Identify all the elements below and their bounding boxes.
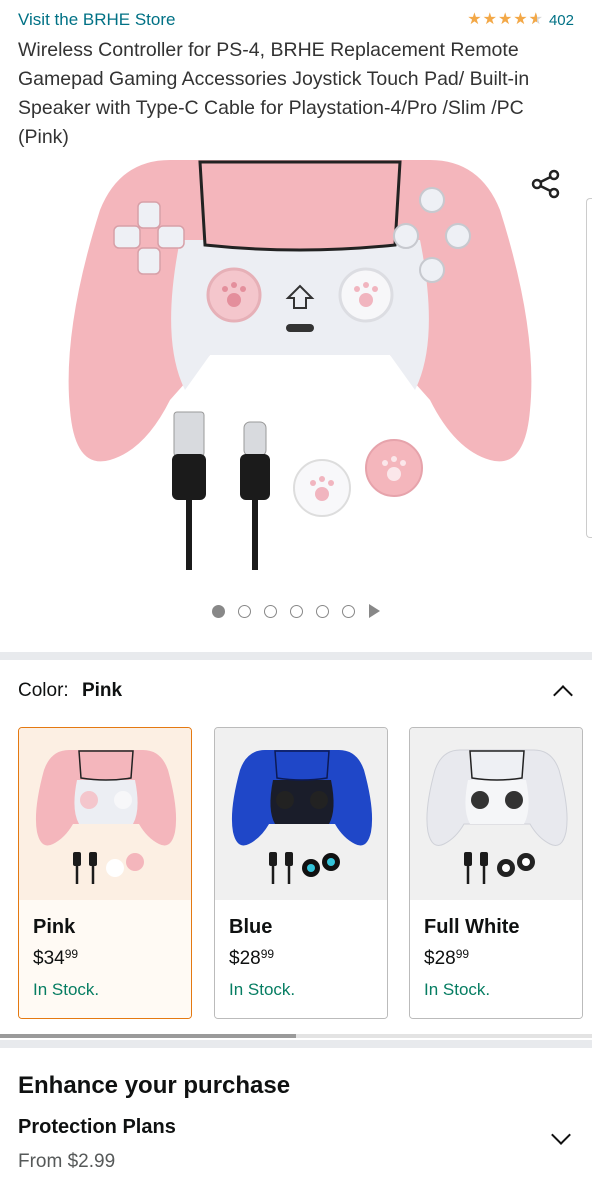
variant-thumbnail	[410, 728, 582, 900]
controller-thumb-image	[426, 749, 568, 884]
variant-stock: In Stock.	[33, 980, 100, 999]
rating-count[interactable]: 402	[549, 12, 574, 29]
protection-plans-price: From $2.99	[18, 1151, 116, 1172]
color-selector-header[interactable]: Color: Pink	[18, 678, 573, 705]
variant-card-pink[interactable]: Pink $3499 In Stock.	[18, 727, 192, 1019]
rating-stars: ★ ★ ★ ★ ★	[467, 11, 543, 29]
product-title: Wireless Controller for PS-4, BRHE Repla…	[18, 39, 530, 148]
variant-name: Pink	[33, 916, 76, 938]
gallery-dot-1[interactable]	[212, 604, 225, 618]
variant-name: Full White	[424, 916, 520, 938]
variant-price: $2899	[424, 947, 470, 969]
variant-price: $2899	[229, 947, 275, 969]
variants-scrollbar[interactable]	[0, 1034, 592, 1038]
share-icon[interactable]	[530, 168, 562, 200]
protection-plans-title: Protection Plans	[18, 1116, 176, 1138]
color-label: Color:	[18, 680, 69, 701]
rating-summary[interactable]: ★ ★ ★ ★ ★ 402	[467, 12, 574, 29]
variant-stock: In Stock.	[229, 980, 296, 999]
gallery-dot-2[interactable]	[238, 604, 251, 618]
gallery-dot-5[interactable]	[316, 604, 329, 618]
variant-card-blue[interactable]: Blue $2899 In Stock.	[214, 727, 388, 1019]
chevron-up-icon[interactable]	[553, 685, 573, 705]
variant-name: Blue	[229, 916, 273, 938]
controller-thumb-image	[35, 750, 177, 884]
variant-thumbnail	[215, 728, 387, 900]
star-icon: ★	[497, 11, 513, 28]
gallery-dot-6[interactable]	[342, 604, 355, 618]
video-play-icon[interactable]	[369, 604, 380, 618]
star-icon: ★	[482, 11, 497, 28]
next-image-peek[interactable]	[586, 198, 592, 538]
variant-card-full-white[interactable]: Full White $2899 In Stock.	[409, 727, 583, 1019]
variant-price: $3499	[33, 947, 79, 969]
color-variants: Pink $3499 In Stock. Blue $2899 In Stock…	[18, 727, 583, 1019]
image-gallery[interactable]	[0, 150, 592, 650]
visit-store-link[interactable]: Visit the BRHE Store	[18, 10, 175, 30]
gallery-pagination	[0, 604, 592, 618]
section-divider	[0, 652, 592, 660]
variant-thumbnail	[19, 728, 191, 900]
star-icon: ★	[467, 11, 482, 28]
protection-plans-row[interactable]: Protection Plans From $2.99	[18, 1116, 572, 1184]
gallery-dot-4[interactable]	[290, 604, 303, 618]
section-divider	[0, 1040, 592, 1048]
variant-stock: In Stock.	[424, 980, 491, 999]
gallery-dot-3[interactable]	[264, 604, 277, 618]
enhance-heading: Enhance your purchase	[18, 1072, 291, 1099]
product-image[interactable]	[60, 150, 540, 580]
controller-thumb-image	[231, 750, 373, 884]
star-icon: ★	[513, 11, 528, 28]
selected-color: Pink	[81, 680, 123, 701]
half-star-icon: ★	[529, 12, 543, 29]
scrollbar-thumb[interactable]	[0, 1034, 296, 1038]
store-row: Visit the BRHE Store ★ ★ ★ ★ ★ 402	[18, 8, 574, 32]
